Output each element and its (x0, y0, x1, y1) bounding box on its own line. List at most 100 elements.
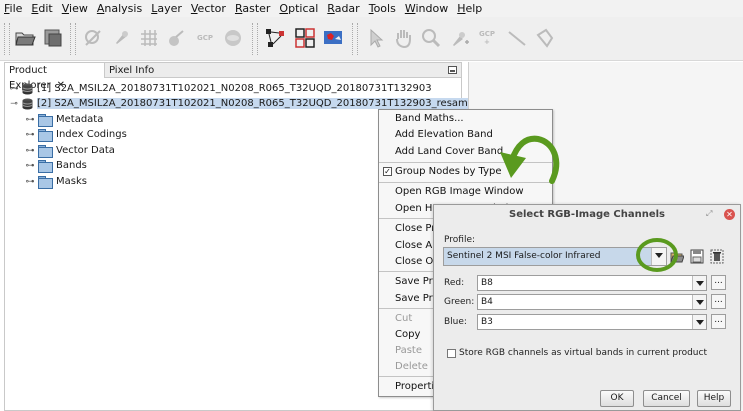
toolbar-separator (70, 23, 76, 55)
group-node-masks[interactable]: ⊶ Masks (25, 174, 87, 189)
save-profile-icon[interactable] (690, 249, 704, 264)
menu-optical[interactable]: Optical (279, 2, 318, 15)
menu-item-open-rgb-image-window[interactable]: Open RGB Image Window (379, 184, 552, 200)
pin-icon[interactable] (108, 25, 134, 51)
tree-collapsed-icon[interactable]: ⊶ (25, 115, 35, 125)
group-node-index-codings[interactable]: ⊶ Index Codings (25, 127, 127, 142)
checkbox-checked-icon[interactable]: ✓ (383, 167, 392, 176)
toolbar-grip (4, 23, 10, 55)
pixel-grid-icon[interactable] (136, 25, 162, 51)
menu-item-add-elevation-band[interactable]: Add Elevation Band (379, 127, 552, 143)
group-label: Bands (56, 160, 87, 171)
gcp-placing-icon[interactable]: GCP + (474, 25, 500, 51)
tree-collapsed-icon[interactable]: ⊶ (25, 177, 35, 187)
help-button[interactable]: Help (697, 390, 731, 407)
virtual-bands-label: Store RGB channels as virtual bands in c… (459, 348, 707, 358)
chevron-down-icon[interactable] (692, 315, 706, 329)
group-label: Metadata (56, 114, 104, 125)
group-label: Masks (56, 176, 87, 187)
menu-separator (379, 162, 552, 163)
profile-select[interactable]: Sentinel 2 MSI False-color Infrared (443, 247, 667, 266)
red-expression-button[interactable]: ... (711, 275, 726, 290)
menu-radar[interactable]: Radar (327, 2, 359, 15)
green-value: B4 (481, 297, 493, 307)
mask-icon[interactable] (220, 25, 246, 51)
tree-collapsed-icon[interactable]: ⊶ (25, 161, 35, 171)
delete-profile-icon[interactable] (710, 249, 724, 264)
tab-product-explorer[interactable]: Product Explorer✕ (5, 63, 105, 91)
menu-help[interactable]: Help (457, 2, 482, 15)
chevron-down-icon[interactable] (651, 248, 666, 265)
pan-tool-icon[interactable] (390, 25, 416, 51)
gcp-label: GCP + (478, 30, 495, 46)
tree-collapsed-icon[interactable]: ⊶ (25, 146, 35, 156)
menu-item-add-land-cover-band[interactable]: Add Land Cover Band (379, 144, 552, 160)
virtual-bands-checkbox[interactable] (447, 349, 456, 358)
cancel-button[interactable]: Cancel (643, 390, 690, 407)
zoom-tool-icon[interactable] (418, 25, 444, 51)
close-icon[interactable]: ✕ (724, 209, 735, 220)
menu-file[interactable]: File (4, 2, 22, 15)
folder-icon (38, 176, 53, 189)
profile-value: Sentinel 2 MSI False-color Infrared (447, 251, 601, 261)
menu-vector[interactable]: Vector (191, 2, 226, 15)
pin-placing-icon[interactable] (446, 25, 472, 51)
product-label: [2] S2A_MSIL2A_20180731T102021_N0208_R06… (37, 98, 490, 109)
group-label: Vector Data (56, 145, 115, 156)
open-profile-icon[interactable] (670, 249, 684, 264)
menu-item-group-nodes-by-type[interactable]: ✓ Group Nodes by Type (379, 164, 552, 180)
red-channel-select[interactable]: B8 (477, 275, 707, 291)
menu-bar: File Edit View Analysis Layer Vector Ras… (0, 0, 743, 17)
pin-manager-icon[interactable] (80, 25, 106, 51)
menu-window[interactable]: Window (405, 2, 448, 15)
open-product-icon[interactable] (12, 25, 38, 51)
tree-collapsed-icon[interactable]: ⊶ (9, 84, 19, 94)
node-icon[interactable] (164, 25, 190, 51)
world-map-icon[interactable] (320, 25, 346, 51)
red-label: Red: (444, 278, 465, 288)
database-icon (22, 98, 33, 109)
menu-edit[interactable]: Edit (31, 2, 52, 15)
menu-view[interactable]: View (62, 2, 88, 15)
group-label: Index Codings (56, 129, 127, 140)
chevron-down-icon[interactable] (692, 295, 706, 309)
line-draw-icon[interactable] (504, 25, 530, 51)
toolbar-separator (352, 23, 358, 55)
graph-builder-icon[interactable] (262, 25, 288, 51)
folder-icon (38, 114, 53, 127)
menu-item-label: Group Nodes by Type (395, 166, 502, 177)
blue-value: B3 (481, 317, 493, 327)
green-channel-select[interactable]: B4 (477, 294, 707, 310)
menu-item-band-maths[interactable]: Band Maths... (379, 111, 552, 127)
blue-expression-button[interactable]: ... (711, 314, 726, 329)
ok-button[interactable]: OK (600, 390, 634, 407)
minimize-icon[interactable] (448, 66, 457, 74)
pin-dialog-icon[interactable]: ⤢ (706, 209, 712, 219)
save-product-icon[interactable] (40, 25, 66, 51)
dialog-title: Select RGB-Image Channels (509, 209, 665, 220)
blue-channel-select[interactable]: B3 (477, 314, 707, 330)
batch-processing-icon[interactable] (292, 25, 318, 51)
tree-collapsed-icon[interactable]: ⊶ (25, 130, 35, 140)
tab-pixel-info[interactable]: Pixel Info (105, 63, 158, 78)
profile-label: Profile: (444, 235, 476, 245)
polygon-draw-icon[interactable] (532, 25, 558, 51)
menu-layer[interactable]: Layer (151, 2, 182, 15)
group-node-metadata[interactable]: ⊶ Metadata (25, 112, 103, 127)
menu-tools[interactable]: Tools (369, 2, 396, 15)
menu-analysis[interactable]: Analysis (97, 2, 142, 15)
menu-raster[interactable]: Raster (235, 2, 270, 15)
database-icon (22, 83, 33, 94)
folder-icon (38, 145, 53, 158)
group-node-vector-data[interactable]: ⊶ Vector Data (25, 143, 115, 158)
tree-expanded-icon[interactable]: ⊸ (9, 99, 19, 109)
menu-separator (379, 182, 552, 183)
gcp-manager-icon[interactable]: GCP (192, 25, 218, 51)
toolbar: GCP GCP + (0, 17, 743, 61)
green-expression-button[interactable]: ... (711, 294, 726, 309)
chevron-down-icon[interactable] (692, 276, 706, 290)
group-node-bands[interactable]: ⊶ Bands (25, 158, 87, 173)
select-tool-icon[interactable] (362, 25, 388, 51)
folder-icon (38, 129, 53, 142)
product-node-1[interactable]: ⊶ [1] S2A_MSIL2A_20180731T102021_N0208_R… (9, 81, 432, 96)
